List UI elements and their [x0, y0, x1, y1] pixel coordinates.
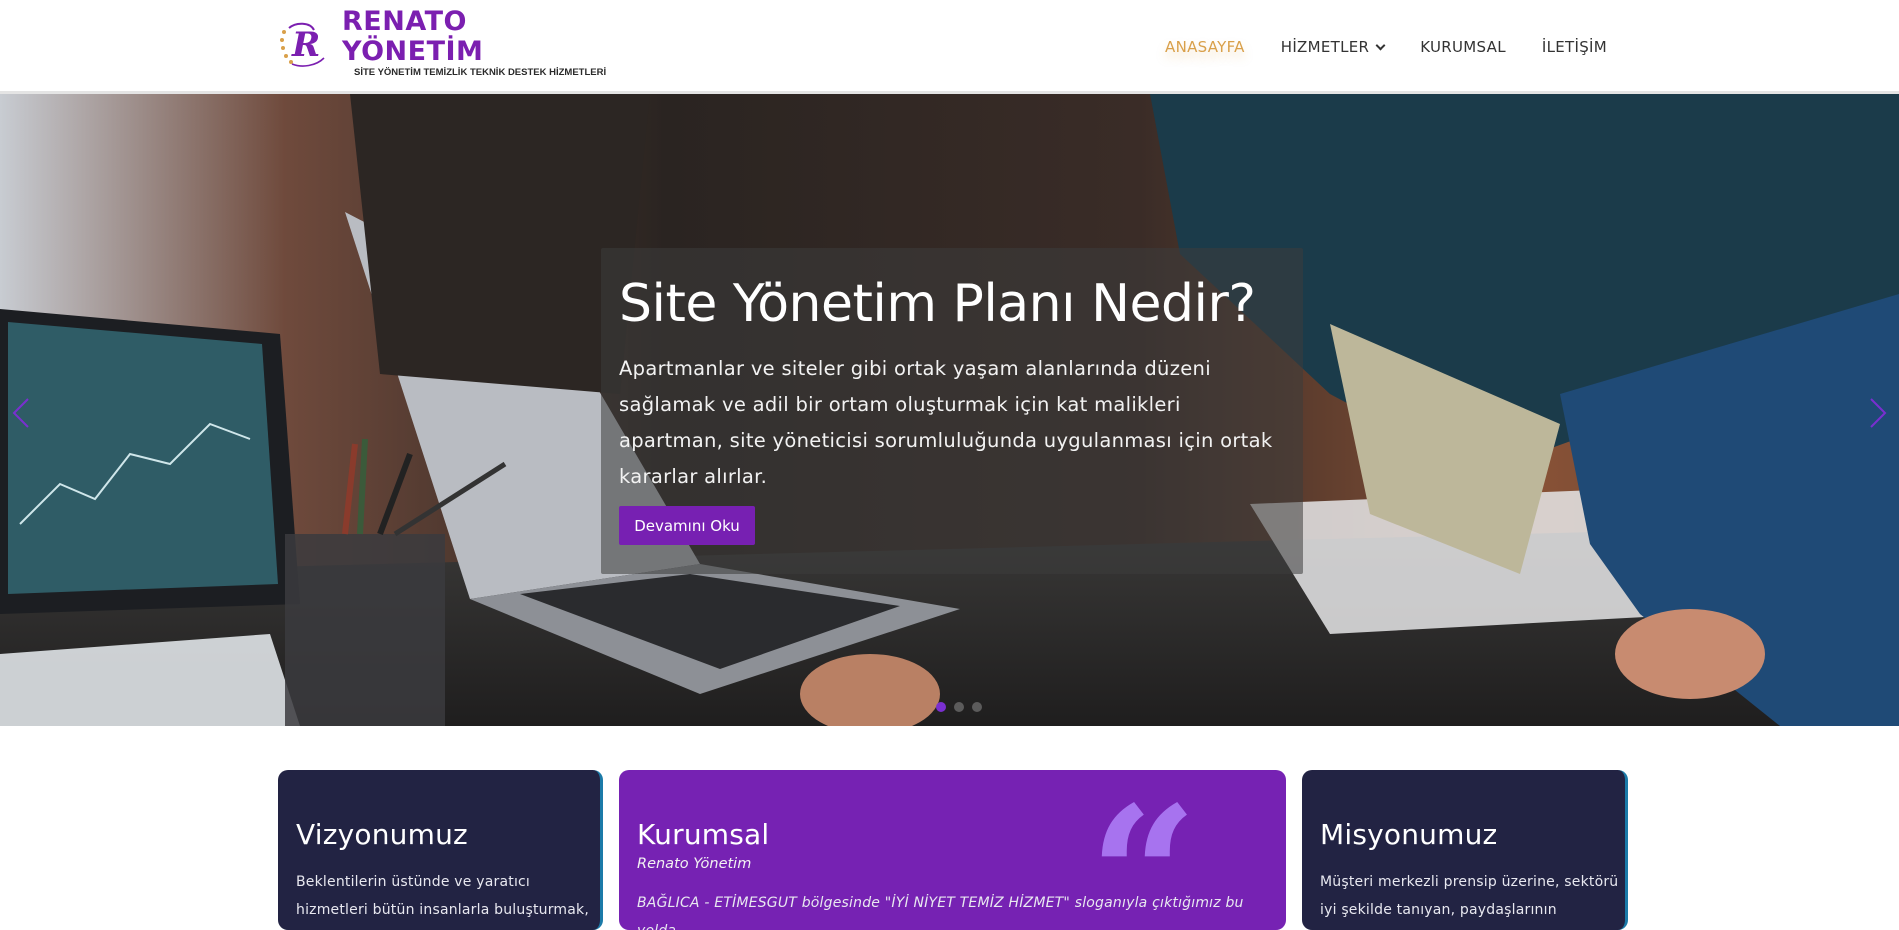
nav-label: İLETİŞİM	[1541, 38, 1607, 56]
card-body: Beklentilerin üstünde ve yaratıcı hizmet…	[296, 874, 590, 918]
chevron-left-icon[interactable]	[10, 396, 32, 430]
hero-title: Site Yönetim Planı Nedir?	[619, 274, 1256, 334]
hero-caption: Site Yönetim Planı Nedir? Apartmanlar ve…	[601, 248, 1303, 574]
hero-text: Apartmanlar ve siteler gibi ortak yaşam …	[619, 357, 1273, 488]
nav-hizmetler[interactable]: HİZMETLER	[1280, 38, 1386, 56]
logo-subtitle: SİTE YÖNETİM TEMİZLİK TEKNİK DESTEK HİZM…	[354, 67, 607, 78]
card-subtitle: Renato Yönetim	[637, 856, 752, 872]
card-misyon: Misyonumuz Müşteri merkezli prensip üzer…	[1302, 770, 1628, 930]
card-title: Vizyonumuz	[296, 818, 468, 851]
slider-dot-2[interactable]	[954, 702, 964, 712]
logo[interactable]: R RENATO YÖNETİM SİTE YÖNETİM TEMİZLİK T…	[276, 7, 616, 78]
read-more-button[interactable]: Devamını Oku	[619, 506, 755, 545]
nav-iletisim[interactable]: İLETİŞİM	[1542, 38, 1607, 56]
chevron-right-icon[interactable]	[1867, 396, 1889, 430]
site-header: R RENATO YÖNETİM SİTE YÖNETİM TEMİZLİK T…	[0, 0, 1899, 94]
nav-label: ANASAYFA	[1165, 38, 1245, 56]
card-title: Misyonumuz	[1320, 818, 1498, 851]
card-body: BAĞLICA - ETİMESGUT bölgesinde "İYİ NİYE…	[637, 895, 1244, 930]
card-title: Kurumsal	[637, 818, 770, 851]
logo-mark-icon: R	[276, 18, 340, 68]
card-vizyon: Vizyonumuz Beklentilerin üstünde ve yara…	[278, 770, 603, 930]
logo-title: RENATO YÖNETİM	[342, 6, 484, 67]
nav-label: HİZMETLER	[1280, 38, 1370, 56]
card-body: Müşteri merkezli prensip üzerine, sektör…	[1320, 874, 1619, 918]
slider-dot-1[interactable]	[936, 702, 946, 712]
svg-text:R: R	[291, 25, 320, 65]
hero-slider: Site Yönetim Planı Nedir? Apartmanlar ve…	[0, 94, 1899, 726]
nav-kurumsal[interactable]: KURUMSAL	[1420, 38, 1506, 56]
slider-dot-3[interactable]	[972, 702, 982, 712]
card-kurumsal: “ Kurumsal Renato Yönetim BAĞLICA - ETİM…	[619, 770, 1286, 930]
slider-dots	[936, 702, 982, 712]
nav-label: KURUMSAL	[1420, 38, 1506, 56]
nav-anasayfa[interactable]: ANASAYFA	[1165, 38, 1245, 56]
main-nav: ANASAYFA HİZMETLER KURUMSAL İLETİŞİM	[1129, 38, 1607, 56]
chevron-down-icon	[1375, 40, 1386, 50]
